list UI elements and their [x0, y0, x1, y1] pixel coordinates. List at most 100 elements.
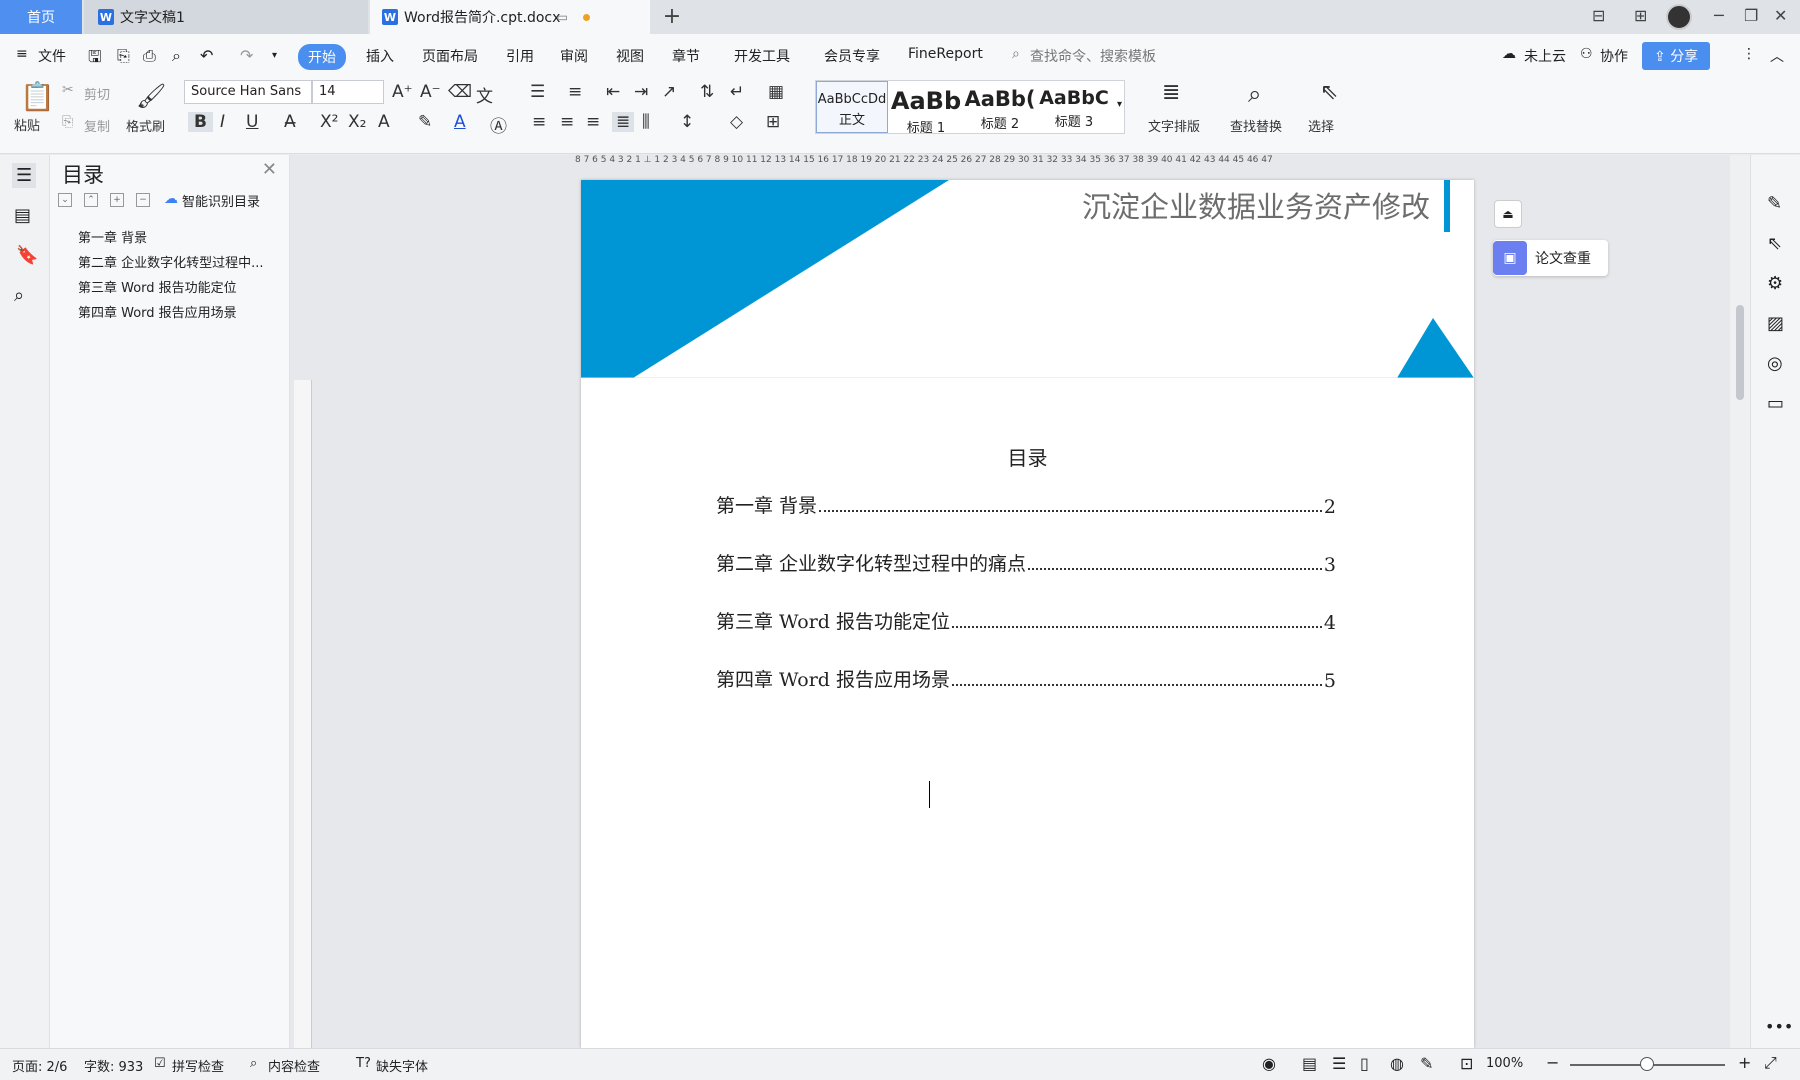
- text-direction-icon[interactable]: ↗: [662, 82, 676, 102]
- bullet-list-icon[interactable]: ☰: [530, 82, 545, 102]
- select-cursor-icon[interactable]: ⇖: [1320, 80, 1338, 105]
- toc-line[interactable]: 第二章 企业数字化转型过程中的痛点 3: [716, 548, 1336, 576]
- monitor-icon[interactable]: ▭: [557, 10, 568, 24]
- share-button[interactable]: ⇪ 分享: [1642, 42, 1711, 70]
- nav-entry[interactable]: 第四章 Word 报告应用场景: [78, 302, 286, 321]
- collapse-all-icon[interactable]: ⌃: [84, 193, 98, 207]
- document-page[interactable]: 沉淀企业数据业务资产修改 目录 第一章 背景 2 第二章 企业数字化转型过程中的痛…: [581, 180, 1474, 1048]
- smart-toc-button[interactable]: 智能识别目录: [182, 191, 260, 210]
- align-left-icon[interactable]: ≡: [532, 112, 546, 132]
- close-icon[interactable]: ✕: [262, 159, 277, 180]
- text-effect-icon[interactable]: A: [378, 112, 390, 132]
- bookmark-icon[interactable]: 🔖: [16, 245, 38, 266]
- italic-icon[interactable]: I: [220, 112, 225, 132]
- avatar[interactable]: [1666, 4, 1692, 30]
- decrease-indent-icon[interactable]: ⇤: [606, 82, 620, 102]
- format-painter-button[interactable]: 格式刷: [126, 116, 165, 135]
- nav-entry[interactable]: 第三章 Word 报告功能定位: [78, 277, 286, 296]
- collapse-ribbon-icon[interactable]: ︿: [1770, 46, 1784, 66]
- find-replace-button[interactable]: 查找替换: [1230, 116, 1282, 135]
- more-tools-icon[interactable]: •••: [1765, 1017, 1793, 1036]
- fullscreen-icon[interactable]: ⤢: [1764, 1053, 1777, 1073]
- menu-member[interactable]: 会员专享: [824, 46, 880, 66]
- export-icon[interactable]: ⎘: [117, 46, 130, 66]
- format-painter-icon[interactable]: 🖌: [136, 82, 166, 110]
- chapter-nav-icon[interactable]: ▤: [14, 205, 31, 226]
- strikethrough-icon[interactable]: A̶: [284, 112, 296, 132]
- command-search[interactable]: 查找命令、搜索模板: [1030, 46, 1156, 66]
- missing-font-button[interactable]: 缺失字体: [376, 1056, 428, 1075]
- settings-sliders-icon[interactable]: ⚙: [1767, 273, 1783, 294]
- save-icon[interactable]: 🖫: [88, 46, 102, 73]
- minimize-icon[interactable]: ─: [1714, 6, 1724, 25]
- horizontal-ruler[interactable]: 8 7 6 5 4 3 2 1 ⊥ 1 2 3 4 5 6 7 8 9 10 1…: [575, 155, 1475, 171]
- align-right-icon[interactable]: ≡: [586, 112, 600, 132]
- cloud-status[interactable]: 未上云: [1524, 46, 1566, 66]
- char-border-icon[interactable]: Ⓐ: [490, 112, 507, 137]
- nav-entry[interactable]: 第一章 背景: [78, 227, 286, 246]
- restore-icon[interactable]: ❐: [1744, 6, 1758, 25]
- menu-view[interactable]: 视图: [616, 46, 644, 66]
- borders-icon[interactable]: ⊞: [766, 112, 780, 132]
- text-layout-button[interactable]: 文字排版: [1148, 116, 1200, 135]
- hamburger-icon[interactable]: ≡: [16, 46, 28, 62]
- layout-icon[interactable]: ⊟: [1592, 6, 1605, 25]
- pointer-icon[interactable]: ⇖: [1767, 233, 1782, 254]
- reader-icon[interactable]: ▭: [1767, 393, 1784, 414]
- increase-indent-icon[interactable]: ⇥: [634, 82, 648, 102]
- word-count[interactable]: 字数: 933: [84, 1056, 143, 1075]
- font-size-select[interactable]: 14: [312, 80, 384, 104]
- sort-icon[interactable]: ⇅: [700, 82, 714, 102]
- zoom-level[interactable]: 100%: [1486, 1056, 1523, 1071]
- find-icon[interactable]: ⌕: [1248, 80, 1261, 108]
- font-name-select[interactable]: Source Han Sans: [184, 80, 312, 104]
- tab-document-1[interactable]: W 文字文稿1: [84, 0, 368, 34]
- underline-icon[interactable]: U: [246, 112, 258, 132]
- nav-entry[interactable]: 第二章 企业数字化转型过程中...: [78, 252, 286, 271]
- apps-grid-icon[interactable]: ⊞: [1634, 6, 1647, 25]
- read-view-icon[interactable]: ▯: [1360, 1054, 1369, 1073]
- undo-icon[interactable]: ↶: [200, 46, 213, 65]
- number-list-icon[interactable]: ≡: [568, 82, 582, 102]
- menu-chapter[interactable]: 章节: [672, 46, 700, 66]
- distribute-icon[interactable]: ⫼: [642, 112, 650, 132]
- justify-icon[interactable]: ≣: [612, 112, 635, 132]
- collapse-panel-button[interactable]: ⏏: [1494, 200, 1522, 228]
- menu-insert[interactable]: 插入: [366, 46, 394, 66]
- print-icon[interactable]: ⎙: [143, 46, 156, 66]
- page-indicator[interactable]: 页面: 2/6: [12, 1056, 67, 1075]
- font-color-icon[interactable]: A: [454, 112, 466, 132]
- gallery-more-icon[interactable]: ▾: [1117, 99, 1122, 110]
- scrollbar-thumb[interactable]: [1736, 305, 1744, 400]
- add-item-icon[interactable]: +: [110, 193, 124, 207]
- menu-developer[interactable]: 开发工具: [734, 46, 790, 66]
- superscript-icon[interactable]: X²: [320, 112, 338, 132]
- fit-page-icon[interactable]: ⊡: [1460, 1054, 1473, 1073]
- preview-icon[interactable]: ⌕: [172, 46, 181, 66]
- tab-home[interactable]: 首页: [0, 0, 82, 34]
- add-tab-button[interactable]: +: [660, 4, 684, 30]
- more-icon[interactable]: ⋮: [1742, 46, 1756, 62]
- style-normal[interactable]: AaBbCcDd 正文: [816, 81, 888, 133]
- content-check-button[interactable]: 内容检查: [268, 1056, 320, 1075]
- paste-button[interactable]: 粘贴: [14, 115, 40, 134]
- vertical-ruler[interactable]: [294, 380, 312, 1048]
- line-spacing-icon[interactable]: ↕: [680, 112, 694, 132]
- page-view-icon[interactable]: ▤: [1302, 1054, 1317, 1073]
- cut-icon[interactable]: ✂: [62, 82, 74, 98]
- phonetic-icon[interactable]: 文: [476, 82, 493, 107]
- menu-start[interactable]: 开始: [298, 44, 346, 70]
- menu-page-layout[interactable]: 页面布局: [422, 46, 478, 66]
- copy-icon[interactable]: ⎘: [62, 114, 73, 130]
- close-icon[interactable]: ✕: [1774, 6, 1787, 25]
- zoom-in-icon[interactable]: +: [1738, 1053, 1751, 1072]
- highlight-icon[interactable]: ✎: [418, 112, 432, 132]
- outline-view-icon[interactable]: ☰: [1332, 1054, 1346, 1073]
- select-button[interactable]: 选择: [1308, 116, 1334, 135]
- search-panel-icon[interactable]: ⌕: [14, 285, 24, 306]
- style-heading-3[interactable]: AaBbC 标题 3: [1038, 81, 1110, 133]
- toc-panel-icon[interactable]: ☰: [12, 163, 37, 188]
- plagiarism-check-button[interactable]: ▣ 论文查重: [1493, 240, 1608, 276]
- collab-button[interactable]: 协作: [1600, 46, 1628, 66]
- menu-review[interactable]: 审阅: [560, 46, 588, 66]
